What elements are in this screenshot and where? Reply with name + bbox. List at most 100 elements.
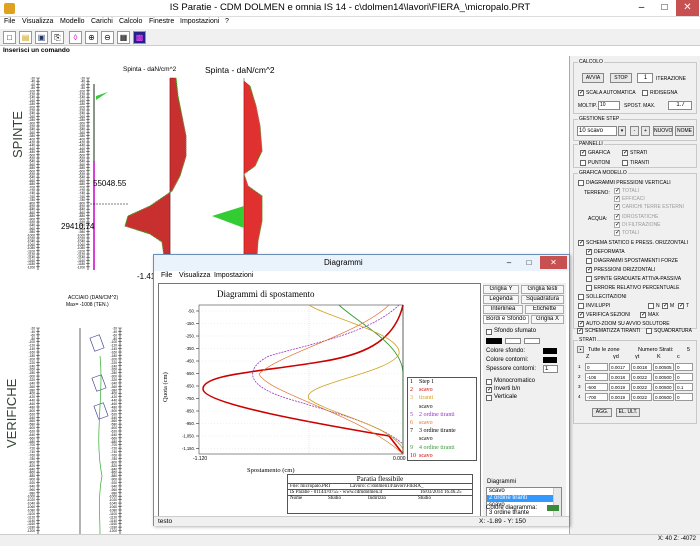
stop-button[interactable]: STOP (610, 73, 632, 83)
diagram-maximize-icon[interactable]: □ (520, 256, 538, 269)
diagram-list-item[interactable]: 2 ordine tiranti (487, 495, 561, 503)
schema-checkbox[interactable]: ✓ (578, 240, 584, 246)
zoom-out-icon[interactable]: ⊖ (101, 31, 114, 44)
spinte-graduate-checkbox[interactable] (586, 276, 592, 282)
chart-icon[interactable]: ▩ (133, 31, 146, 44)
nuovo-button[interactable]: NUOVO (653, 126, 673, 136)
diagrammi-window[interactable]: Diagrammi – □ ✕ File Visualizza Impostaz… (153, 254, 570, 526)
menu-carichi[interactable]: Carichi (91, 18, 113, 25)
command-bar[interactable]: Inserisci un comando (0, 46, 569, 56)
scala-automatica-checkbox[interactable]: ✓ (578, 90, 584, 96)
tab-griglia-x[interactable]: Griglia X (531, 315, 564, 324)
el-ult-button[interactable]: EL. ULT. (616, 408, 640, 417)
n-checkbox[interactable] (648, 303, 654, 309)
deformata-checkbox[interactable]: ✓ (586, 249, 592, 255)
colore-diagramma-swatch[interactable] (547, 505, 559, 511)
strati-cell[interactable]: -700 (585, 393, 608, 401)
schematizza-checkbox[interactable]: ✓ (577, 328, 583, 334)
menu-finestre[interactable]: Finestre (149, 18, 174, 25)
totali2-checkbox[interactable]: ✓ (614, 230, 620, 236)
colore-contorni-swatch[interactable] (543, 357, 557, 363)
max-checkbox[interactable]: ✓ (640, 312, 646, 318)
strati-cell[interactable]: 0.0022 (631, 393, 652, 401)
sollecitazioni-checkbox[interactable] (578, 294, 584, 300)
displacement-plot[interactable]: -50. -150. -250. -350. -450. -550. -650. -750. -… (158, 283, 481, 517)
diagram-menu-impostazioni[interactable]: Impostazioni (214, 272, 253, 279)
m-checkbox[interactable]: ✓ (662, 303, 668, 309)
idrostatiche-checkbox[interactable]: ✓ (614, 214, 620, 220)
step-minus-button[interactable]: - (630, 126, 639, 136)
menu-help[interactable]: ? (225, 18, 229, 25)
strati-cell[interactable]: 0.00505 (653, 363, 674, 371)
pressioni-orizzontali-checkbox[interactable]: ✓ (586, 267, 592, 273)
puntoni-checkbox[interactable] (580, 160, 586, 166)
totali-checkbox[interactable]: ✓ (614, 188, 620, 194)
agg-button[interactable]: AGG. (592, 408, 612, 417)
strati-cell[interactable]: 0 (675, 393, 693, 401)
print-icon[interactable]: ⎘ (51, 31, 64, 44)
tab-squadratura[interactable]: Squadratura (521, 295, 564, 304)
strati-cell[interactable]: 0.0018 (609, 373, 630, 381)
menu-modello[interactable]: Modello (60, 18, 85, 25)
gradient-color-swatch-2[interactable] (505, 338, 521, 344)
sfondo-sfumato-checkbox[interactable] (486, 329, 492, 335)
diagrammi-spostamenti-checkbox[interactable] (586, 258, 592, 264)
step-select[interactable]: 10 scavo (577, 126, 617, 136)
errore-checkbox[interactable] (586, 285, 592, 291)
squadratura-checkbox[interactable] (646, 328, 652, 334)
select-icon[interactable]: ◊ (69, 31, 82, 44)
diagram-menu-visualizza[interactable]: Visualizza (179, 272, 210, 279)
open-folder-icon[interactable]: ▤ (19, 31, 32, 44)
save-icon[interactable]: ▣ (35, 31, 48, 44)
ridisegna-checkbox[interactable] (642, 90, 648, 96)
tab-etichette[interactable]: Etichette (525, 305, 564, 314)
strati-checkbox[interactable]: ✓ (622, 150, 628, 156)
colore-sfondo-swatch[interactable] (543, 348, 557, 354)
close-icon[interactable]: ✕ (676, 0, 699, 16)
strati-cell[interactable]: -106 (585, 373, 608, 381)
autozoom-checkbox[interactable]: ✓ (578, 321, 584, 327)
tab-interlinea[interactable]: Interlinea (483, 305, 523, 314)
strati-cell[interactable]: 0 (675, 373, 693, 381)
t-checkbox[interactable]: ✓ (678, 303, 684, 309)
diagram-list-item[interactable]: scavo (487, 488, 561, 495)
new-file-icon[interactable]: □ (3, 31, 16, 44)
step-dropdown-icon[interactable]: ▾ (618, 126, 626, 136)
minimize-icon[interactable]: – (630, 0, 653, 16)
strati-cell[interactable]: 0.00500 (653, 383, 674, 391)
step-plus-button[interactable]: + (641, 126, 650, 136)
carichi-terre-checkbox[interactable]: ✓ (614, 204, 620, 210)
spessore-contorni-input[interactable]: 1 (543, 365, 558, 373)
verifica-sezioni-checkbox[interactable]: ✓ (578, 312, 584, 318)
strati-cell[interactable]: 0.0017 (609, 363, 630, 371)
efficaci-checkbox[interactable]: ✓ (614, 196, 620, 202)
gradient-color-swatch-3[interactable] (524, 338, 540, 344)
strati-expand-button[interactable]: • (577, 346, 584, 353)
avvia-button[interactable]: AVVIA (582, 73, 604, 83)
strati-cell[interactable]: 0.1 (675, 383, 693, 391)
strati-cell[interactable]: 0.0018 (631, 363, 652, 371)
monocromatico-checkbox[interactable] (486, 379, 492, 385)
zoom-in-icon[interactable]: ⊕ (85, 31, 98, 44)
zoom-window-icon[interactable]: ▦ (117, 31, 130, 44)
strati-cell[interactable]: 0.0019 (609, 393, 630, 401)
nome-button[interactable]: NOME (675, 126, 694, 136)
tab-legenda[interactable]: Legenda (483, 295, 519, 304)
strati-cell[interactable]: 0.00500 (653, 393, 674, 401)
grafica-checkbox[interactable]: ✓ (580, 150, 586, 156)
tab-griglia-y[interactable]: Griglia Y (483, 285, 519, 294)
tab-griglia-testi[interactable]: Griglia testi (521, 285, 564, 294)
strati-cell[interactable]: 0 (675, 363, 693, 371)
strati-cell[interactable]: 0.0019 (609, 383, 630, 391)
menu-file[interactable]: File (4, 18, 15, 25)
diagram-menu-file[interactable]: File (161, 272, 172, 279)
strati-cell[interactable]: 0.0022 (631, 383, 652, 391)
diagram-minimize-icon[interactable]: – (500, 256, 518, 269)
menu-calcolo[interactable]: Calcolo (119, 18, 142, 25)
diagram-close-icon[interactable]: ✕ (540, 256, 567, 269)
di-filtrazione-checkbox[interactable]: ✓ (614, 222, 620, 228)
strati-cell[interactable]: -500 (585, 383, 608, 391)
tiranti-checkbox[interactable] (622, 160, 628, 166)
moltip-input[interactable]: 10 (598, 101, 620, 110)
strati-cell[interactable]: 0.00500 (653, 373, 674, 381)
